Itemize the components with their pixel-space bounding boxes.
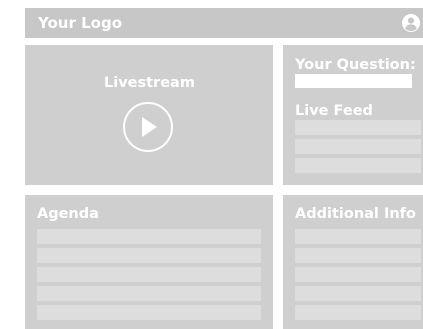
additional-info-title: Additional Info [295, 206, 416, 222]
additional-info-item [295, 248, 421, 263]
agenda-item [37, 248, 261, 263]
play-circle-icon[interactable] [122, 101, 174, 153]
additional-info-item [295, 267, 421, 282]
logo[interactable]: Your Logo [38, 13, 122, 33]
livestream-panel: Livestream [25, 45, 273, 185]
agenda-item [37, 267, 261, 282]
question-panel: Your Question: Live Feed [283, 45, 423, 185]
user-circle-icon[interactable] [402, 14, 420, 32]
additional-info-item [295, 305, 421, 320]
additional-info-panel: Additional Info [283, 195, 423, 329]
live-feed-item [295, 158, 421, 173]
agenda-item [37, 229, 261, 244]
agenda-item [37, 305, 261, 320]
question-input[interactable] [295, 74, 412, 88]
agenda-item [37, 286, 261, 301]
agenda-panel: Agenda [25, 195, 273, 329]
header-bar: Your Logo [25, 8, 423, 38]
question-title: Your Question: [295, 57, 416, 73]
livestream-title: Livestream [104, 75, 195, 91]
live-feed-title: Live Feed [295, 103, 373, 119]
additional-info-item [295, 229, 421, 244]
live-feed-item [295, 139, 421, 154]
agenda-title: Agenda [37, 206, 99, 222]
additional-info-item [295, 286, 421, 301]
live-feed-item [295, 120, 421, 135]
